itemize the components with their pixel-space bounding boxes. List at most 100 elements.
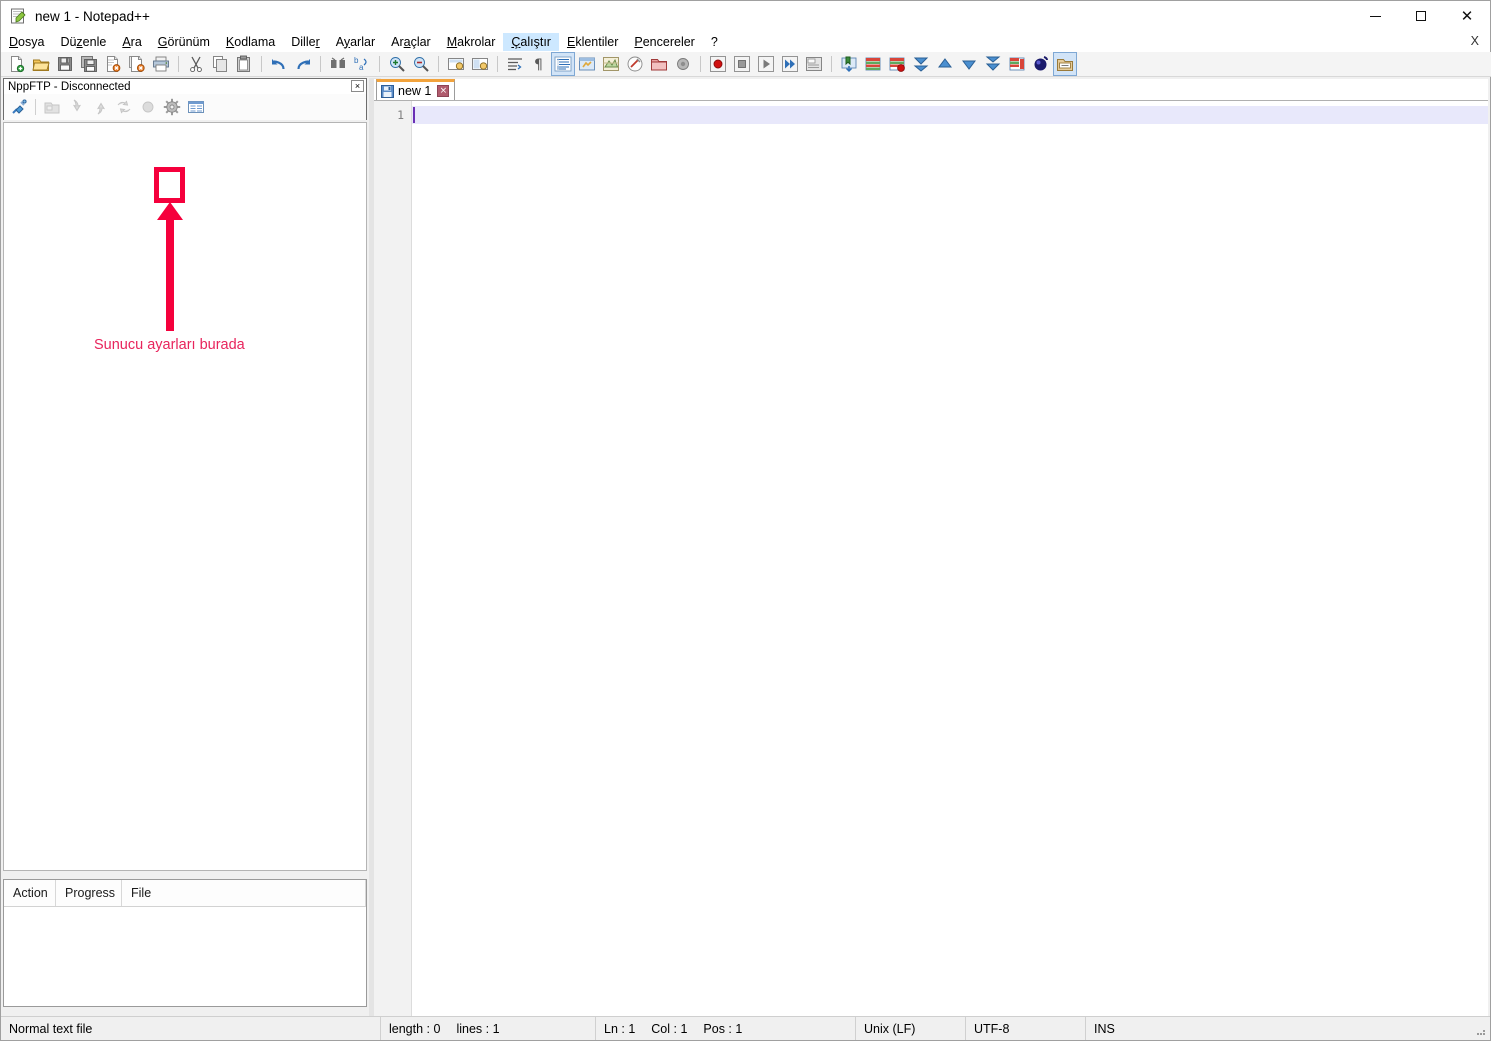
minimize-button[interactable]	[1352, 1, 1398, 31]
monitoring-icon[interactable]	[672, 53, 694, 75]
menu-item-ara[interactable]: Ara	[114, 33, 149, 51]
line-number: 1	[374, 106, 411, 124]
record-macro-icon[interactable]	[707, 53, 729, 75]
sync-vertical-scroll-icon[interactable]	[445, 53, 467, 75]
queue-column-file[interactable]: File	[122, 880, 366, 906]
menu-item-ara-lar[interactable]: Araçlar	[383, 33, 439, 51]
menu-item-eklentiler[interactable]: Eklentiler	[559, 33, 626, 51]
nppftp-toggle-icon[interactable]	[1054, 53, 1076, 75]
save-icon[interactable]	[54, 53, 76, 75]
previous-bookmark-icon[interactable]	[910, 53, 932, 75]
menu-item-[interactable]: ?	[703, 33, 726, 51]
window-title: new 1 - Notepad++	[35, 9, 150, 24]
nppftp-toolbar	[3, 94, 367, 120]
paste-icon[interactable]	[233, 53, 255, 75]
find-icon[interactable]	[327, 53, 349, 75]
close-all-files-icon[interactable]	[126, 53, 148, 75]
remove-bookmark-icon[interactable]	[862, 53, 884, 75]
stop-recording-macro-icon[interactable]	[731, 53, 753, 75]
status-insert-mode[interactable]: INS	[1086, 1017, 1146, 1040]
document-map-icon[interactable]	[600, 53, 622, 75]
resize-grip-icon[interactable]	[1475, 1025, 1487, 1037]
status-col: Col : 1	[651, 1022, 687, 1036]
menu-bar: X DosyaDüzenleAraGörünümKodlamaDillerAyar…	[1, 31, 1490, 52]
zoom-out-icon[interactable]	[410, 53, 432, 75]
messages-window-icon[interactable]	[184, 96, 208, 118]
play-macro-icon[interactable]	[755, 53, 777, 75]
nppftp-toolbar-separator	[35, 99, 36, 115]
add-bookmark-icon[interactable]	[838, 53, 860, 75]
close-button[interactable]: ✕	[1444, 1, 1490, 31]
queue-rows[interactable]	[4, 907, 366, 1007]
copy-icon[interactable]	[209, 53, 231, 75]
current-line-highlight	[412, 106, 1488, 124]
abort-icon	[136, 96, 160, 118]
npp-plugin-icon[interactable]	[1030, 53, 1052, 75]
document-tab-new-1[interactable]: new 1 ×	[376, 79, 455, 100]
show-all-characters-icon[interactable]: ¶	[528, 53, 550, 75]
save-macro-icon[interactable]	[803, 53, 825, 75]
status-encoding[interactable]: UTF-8	[966, 1017, 1086, 1040]
replace-icon[interactable]: ba	[351, 53, 373, 75]
close-file-icon[interactable]	[102, 53, 124, 75]
cut-icon[interactable]	[185, 53, 207, 75]
connect-plug-icon[interactable]	[7, 96, 31, 118]
menu-item-al-t-r[interactable]: Çalıştır	[503, 33, 559, 51]
svg-text:a: a	[359, 63, 364, 72]
next-bookmark-icon[interactable]	[982, 53, 1004, 75]
run-macro-multiple-times-icon[interactable]	[779, 53, 801, 75]
toolbar-separator	[831, 56, 832, 72]
notepad-plus-plus-icon	[10, 8, 27, 25]
nppftp-panel-close-button[interactable]: ×	[351, 80, 364, 92]
status-length-lines: length : 0 lines : 1	[381, 1017, 596, 1040]
refresh-icon	[112, 96, 136, 118]
indent-guide-icon[interactable]	[552, 53, 574, 75]
undo-icon[interactable]	[268, 53, 290, 75]
maximize-button[interactable]	[1398, 1, 1444, 31]
queue-column-progress[interactable]: Progress	[56, 880, 122, 906]
menu-item-ayarlar[interactable]: Ayarlar	[328, 33, 383, 51]
cut-line-icon[interactable]	[1006, 53, 1028, 75]
window-controls: ✕	[1352, 1, 1490, 31]
up-arrow-icon[interactable]	[934, 53, 956, 75]
toolbar-separator	[261, 56, 262, 72]
toolbar-separator	[379, 56, 380, 72]
menu-item-kodlama[interactable]: Kodlama	[218, 33, 283, 51]
document-tab-close-icon[interactable]: ×	[437, 85, 449, 97]
down-arrow-icon[interactable]	[958, 53, 980, 75]
sync-horizontal-scroll-icon[interactable]	[469, 53, 491, 75]
open-file-icon[interactable]	[30, 53, 52, 75]
menu-item-g-r-n-m[interactable]: Görünüm	[150, 33, 218, 51]
menu-item-makrolar[interactable]: Makrolar	[439, 33, 504, 51]
zoom-in-icon[interactable]	[386, 53, 408, 75]
folder-as-workspace-icon[interactable]	[648, 53, 670, 75]
nppftp-panel-title: NppFTP - Disconnected	[4, 81, 131, 93]
new-file-icon[interactable]	[6, 53, 28, 75]
word-wrap-icon[interactable]	[504, 53, 526, 75]
editor-body[interactable]: 1	[374, 101, 1488, 1018]
queue-column-action[interactable]: Action	[4, 880, 56, 906]
open-directory-icon	[40, 96, 64, 118]
text-editor-surface[interactable]	[412, 101, 1488, 1018]
print-icon[interactable]	[150, 53, 172, 75]
text-caret	[413, 107, 415, 123]
redo-icon[interactable]	[292, 53, 314, 75]
status-eol[interactable]: Unix (LF)	[856, 1017, 966, 1040]
status-length: length : 0	[389, 1022, 440, 1036]
close-document-button[interactable]: X	[1466, 33, 1484, 49]
status-ln: Ln : 1	[604, 1022, 635, 1036]
toolbar-separator	[700, 56, 701, 72]
menu-item-diller[interactable]: Diller	[283, 33, 327, 51]
clear-all-bookmarks-icon[interactable]	[886, 53, 908, 75]
menu-item-pencereler[interactable]: Pencereler	[626, 33, 702, 51]
save-all-icon[interactable]	[78, 53, 100, 75]
menu-item-d-zenle[interactable]: Düzenle	[52, 33, 114, 51]
unsaved-document-icon	[381, 85, 394, 98]
nppftp-panel-caption: NppFTP - Disconnected ×	[3, 78, 367, 94]
status-caret-position: Ln : 1 Col : 1 Pos : 1	[596, 1017, 856, 1040]
settings-gear-icon[interactable]	[160, 96, 184, 118]
user-defined-dialog-icon[interactable]	[576, 53, 598, 75]
menu-item-dosya[interactable]: Dosya	[1, 33, 52, 51]
svg-text:¶: ¶	[534, 57, 543, 73]
function-list-icon[interactable]	[624, 53, 646, 75]
